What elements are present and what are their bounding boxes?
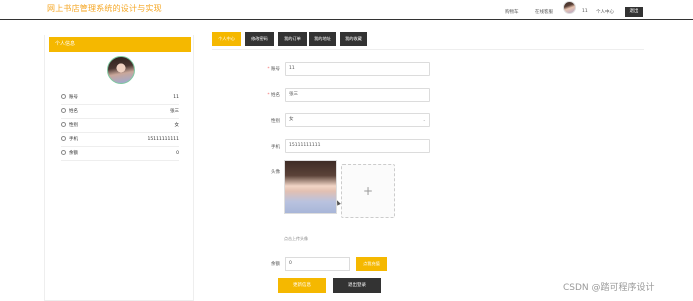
- info-row-gender: 性别女: [61, 119, 179, 133]
- info-row-balance: 余额 0: [61, 147, 179, 161]
- avatar-upload[interactable]: +: [341, 164, 395, 218]
- user-icon: [61, 108, 66, 113]
- user-icon: [61, 122, 66, 127]
- gender-select[interactable]: 女 ⌄: [285, 113, 430, 127]
- avatar-preview: [284, 160, 337, 214]
- mouse-cursor-icon: [335, 199, 341, 206]
- info-row-name: 姓名 张三: [61, 105, 179, 119]
- balance-label: 余额: [271, 262, 280, 267]
- gender-label: 性别: [271, 119, 280, 124]
- update-info-button[interactable]: 更新信息: [278, 278, 326, 293]
- user-icon: [61, 150, 66, 155]
- account-label: * 账号: [267, 67, 280, 72]
- profile-avatar: [107, 56, 135, 84]
- name-label: * 姓名: [267, 93, 280, 98]
- nav-cart-link[interactable]: 购物车: [505, 9, 519, 15]
- recharge-button[interactable]: 点我充值: [356, 257, 387, 271]
- username-label: 11: [582, 9, 588, 14]
- user-icon: [61, 94, 66, 99]
- account-field[interactable]: 11: [285, 62, 430, 76]
- tab-user-center[interactable]: 个人中心: [212, 32, 241, 46]
- tab-divider: [212, 49, 644, 50]
- user-center-link[interactable]: 个人中心: [596, 9, 614, 15]
- avatar-label: 头像: [271, 170, 280, 175]
- watermark: CSDN @踏可程序设计: [563, 283, 655, 293]
- tab-my-favorites[interactable]: 我的收藏: [340, 32, 367, 46]
- user-icon: [61, 136, 66, 141]
- name-field[interactable]: 张三: [285, 88, 430, 102]
- phone-field[interactable]: 15111111111: [285, 139, 430, 153]
- plus-icon: +: [362, 184, 374, 198]
- tab-change-password[interactable]: 修改密码: [245, 32, 274, 46]
- upload-hint: 点击上传头像: [284, 236, 308, 241]
- phone-label: 手机: [271, 145, 280, 150]
- sidebar-title: 个人信息: [49, 37, 191, 52]
- info-row-account: 账号 11: [61, 91, 179, 105]
- header-logout-button[interactable]: 退出: [625, 7, 643, 17]
- chevron-down-icon: ⌄: [422, 117, 426, 122]
- site-title: 网上书店管理系统的设计与实现: [47, 4, 162, 13]
- tab-my-orders[interactable]: 我的订单: [278, 32, 307, 46]
- top-header: 网上书店管理系统的设计与实现 购物车 在线客服 11 个人中心 退出: [0, 0, 693, 20]
- info-row-phone: 手机 15111111111: [61, 133, 179, 147]
- tab-my-address[interactable]: 我的地址: [309, 32, 336, 46]
- nav-service-link[interactable]: 在线客服: [535, 9, 553, 15]
- balance-field[interactable]: 0: [285, 257, 350, 271]
- profile-sidebar: 个人信息 账号 11 姓名 张三 性别女 手机 15111111111 余额 0: [44, 35, 194, 301]
- logout-button[interactable]: 退出登录: [333, 278, 381, 293]
- user-avatar[interactable]: [563, 1, 576, 14]
